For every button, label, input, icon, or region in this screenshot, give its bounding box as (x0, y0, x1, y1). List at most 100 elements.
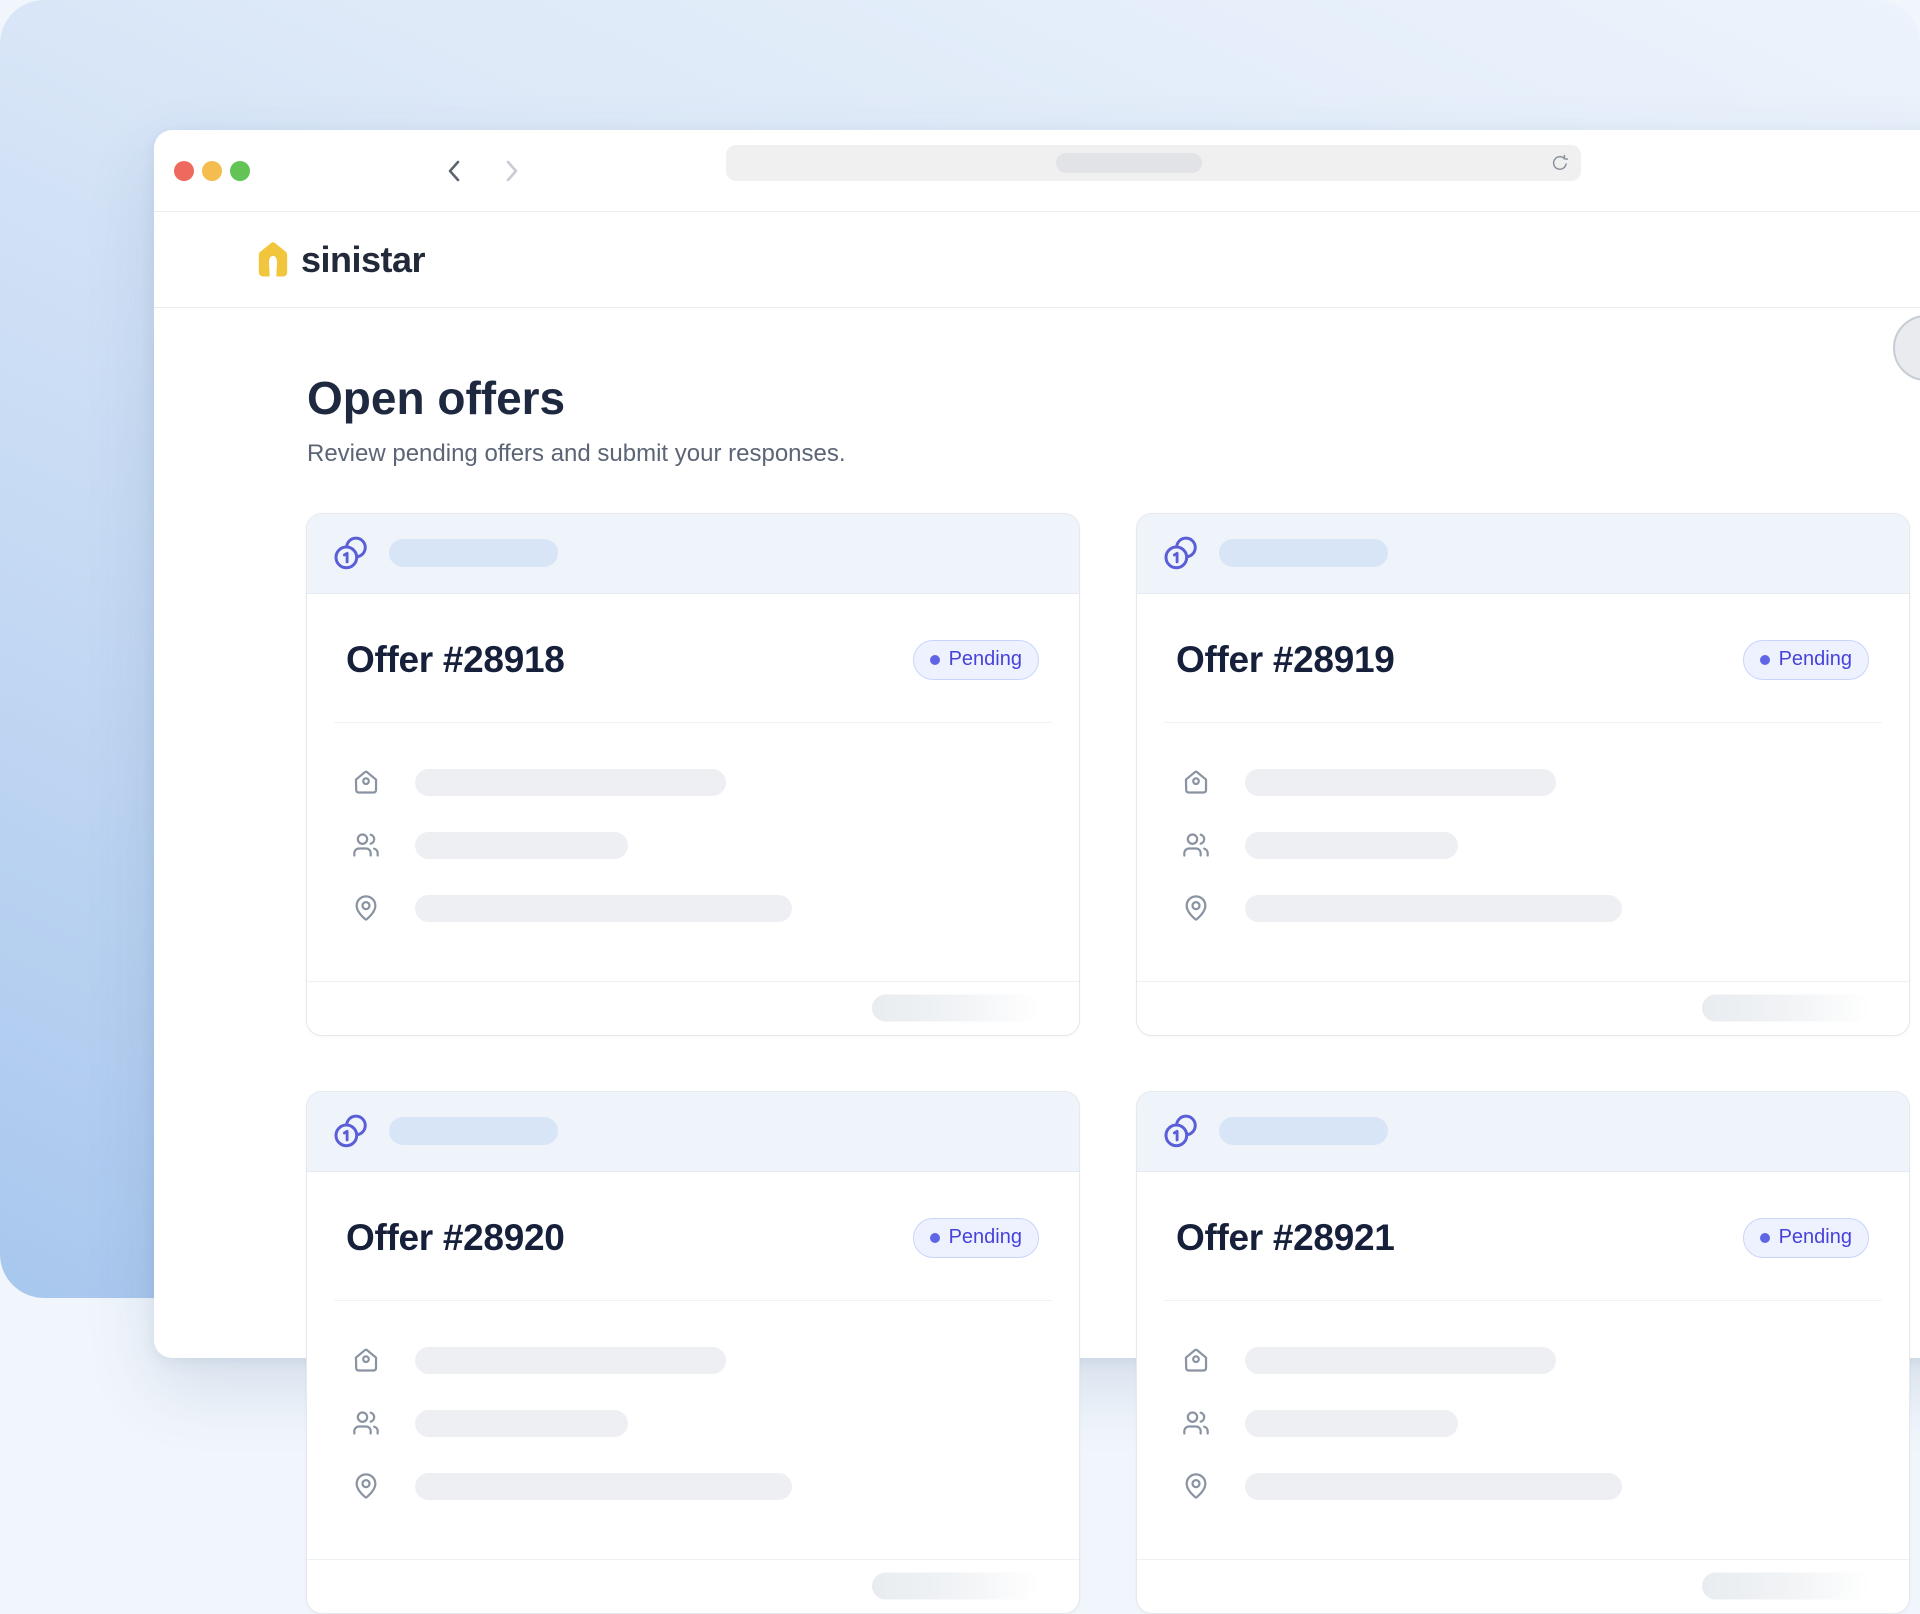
offer-card-footer (1137, 981, 1909, 1035)
map-pin-icon (1182, 1472, 1210, 1500)
amount-skeleton (1219, 1117, 1388, 1145)
divider (334, 1300, 1052, 1301)
property-row (1182, 751, 1882, 814)
chevron-left-icon (446, 159, 462, 183)
offer-card-body: Offer #28920 Pending (307, 1214, 1079, 1518)
users-icon (1182, 1409, 1210, 1437)
property-row (352, 1329, 1052, 1392)
status-label: Pending (949, 1226, 1022, 1249)
brand-logo[interactable]: sinistar (258, 239, 425, 281)
property-skeleton (415, 769, 726, 796)
location-skeleton (415, 1473, 792, 1500)
browser-toolbar (154, 130, 1920, 212)
offer-title: Offer #28918 (346, 639, 565, 681)
app-header: sinistar (154, 212, 1920, 308)
address-placeholder-skeleton (1056, 153, 1202, 173)
amount-skeleton (389, 1117, 558, 1145)
offer-card-header (1137, 514, 1909, 594)
users-icon (1182, 831, 1210, 859)
action-skeleton (1702, 1573, 1870, 1600)
status-dot-icon (1760, 655, 1770, 665)
chevron-right-icon (504, 159, 520, 183)
divider (1164, 722, 1882, 723)
house-logo-icon (258, 241, 288, 278)
coins-icon (1163, 535, 1199, 571)
guests-skeleton (415, 1410, 628, 1437)
offer-card-footer (1137, 1559, 1909, 1613)
status-dot-icon (930, 1233, 940, 1243)
offer-title: Offer #28920 (346, 1217, 565, 1259)
offer-card-footer (307, 1559, 1079, 1613)
offer-card[interactable]: Offer #28918 Pending (306, 513, 1080, 1036)
offer-card-footer (307, 981, 1079, 1035)
guests-skeleton (415, 832, 628, 859)
guests-skeleton (1245, 1410, 1458, 1437)
close-window-button[interactable] (174, 161, 194, 181)
offer-card-body: Offer #28919 Pending (1137, 636, 1909, 940)
offers-grid: Offer #28918 Pending (306, 513, 1920, 1614)
location-skeleton (415, 895, 792, 922)
map-pin-icon (352, 1472, 380, 1500)
offer-card[interactable]: Offer #28920 Pending (306, 1091, 1080, 1614)
property-skeleton (1245, 769, 1556, 796)
status-badge: Pending (1743, 640, 1869, 680)
divider (1164, 1300, 1882, 1301)
address-bar[interactable] (726, 145, 1581, 181)
offer-title: Offer #28919 (1176, 639, 1395, 681)
brand-name: sinistar (301, 239, 425, 281)
status-dot-icon (1760, 1233, 1770, 1243)
action-skeleton (872, 995, 1040, 1022)
property-row (1182, 1329, 1882, 1392)
offer-card-header (1137, 1092, 1909, 1172)
traffic-lights (174, 161, 250, 181)
minimize-window-button[interactable] (202, 161, 222, 181)
divider (334, 722, 1052, 723)
offer-card-body: Offer #28921 Pending (1137, 1214, 1909, 1518)
amount-skeleton (1219, 539, 1388, 567)
forward-button[interactable] (498, 157, 526, 185)
property-skeleton (1245, 1347, 1556, 1374)
offer-card-header (307, 1092, 1079, 1172)
status-badge: Pending (1743, 1218, 1869, 1258)
users-icon (352, 1409, 380, 1437)
users-icon (352, 831, 380, 859)
map-pin-icon (352, 894, 380, 922)
back-button[interactable] (440, 157, 468, 185)
property-row (352, 751, 1052, 814)
guests-row (352, 1392, 1052, 1455)
house-icon (352, 768, 380, 796)
offer-title: Offer #28921 (1176, 1217, 1395, 1259)
status-label: Pending (1779, 648, 1852, 671)
location-row (352, 877, 1052, 940)
browser-window: sinistar Open offers Review pending offe… (154, 130, 1920, 1358)
map-pin-icon (1182, 894, 1210, 922)
offer-card[interactable]: Offer #28919 Pending (1136, 513, 1910, 1036)
action-skeleton (872, 1573, 1040, 1600)
page-title: Open offers (306, 372, 1920, 425)
location-skeleton (1245, 895, 1622, 922)
guests-row (1182, 1392, 1882, 1455)
location-row (1182, 1455, 1882, 1518)
offer-card[interactable]: Offer #28921 Pending (1136, 1091, 1910, 1614)
coins-icon (1163, 1113, 1199, 1149)
zoom-window-button[interactable] (230, 161, 250, 181)
main-content: Open offers Review pending offers and su… (154, 372, 1920, 1614)
offer-card-body: Offer #28918 Pending (307, 636, 1079, 940)
guests-row (1182, 814, 1882, 877)
guests-skeleton (1245, 832, 1458, 859)
status-badge: Pending (913, 1218, 1039, 1258)
status-label: Pending (949, 648, 1022, 671)
location-row (1182, 877, 1882, 940)
reload-icon (1550, 154, 1569, 173)
coins-icon (333, 535, 369, 571)
property-skeleton (415, 1347, 726, 1374)
status-badge: Pending (913, 640, 1039, 680)
location-skeleton (1245, 1473, 1622, 1500)
action-skeleton (1702, 995, 1870, 1022)
status-label: Pending (1779, 1226, 1852, 1249)
page-subtitle: Review pending offers and submit your re… (306, 439, 1920, 469)
reload-button[interactable] (1547, 151, 1571, 175)
house-icon (1182, 1346, 1210, 1374)
house-icon (352, 1346, 380, 1374)
location-row (352, 1455, 1052, 1518)
